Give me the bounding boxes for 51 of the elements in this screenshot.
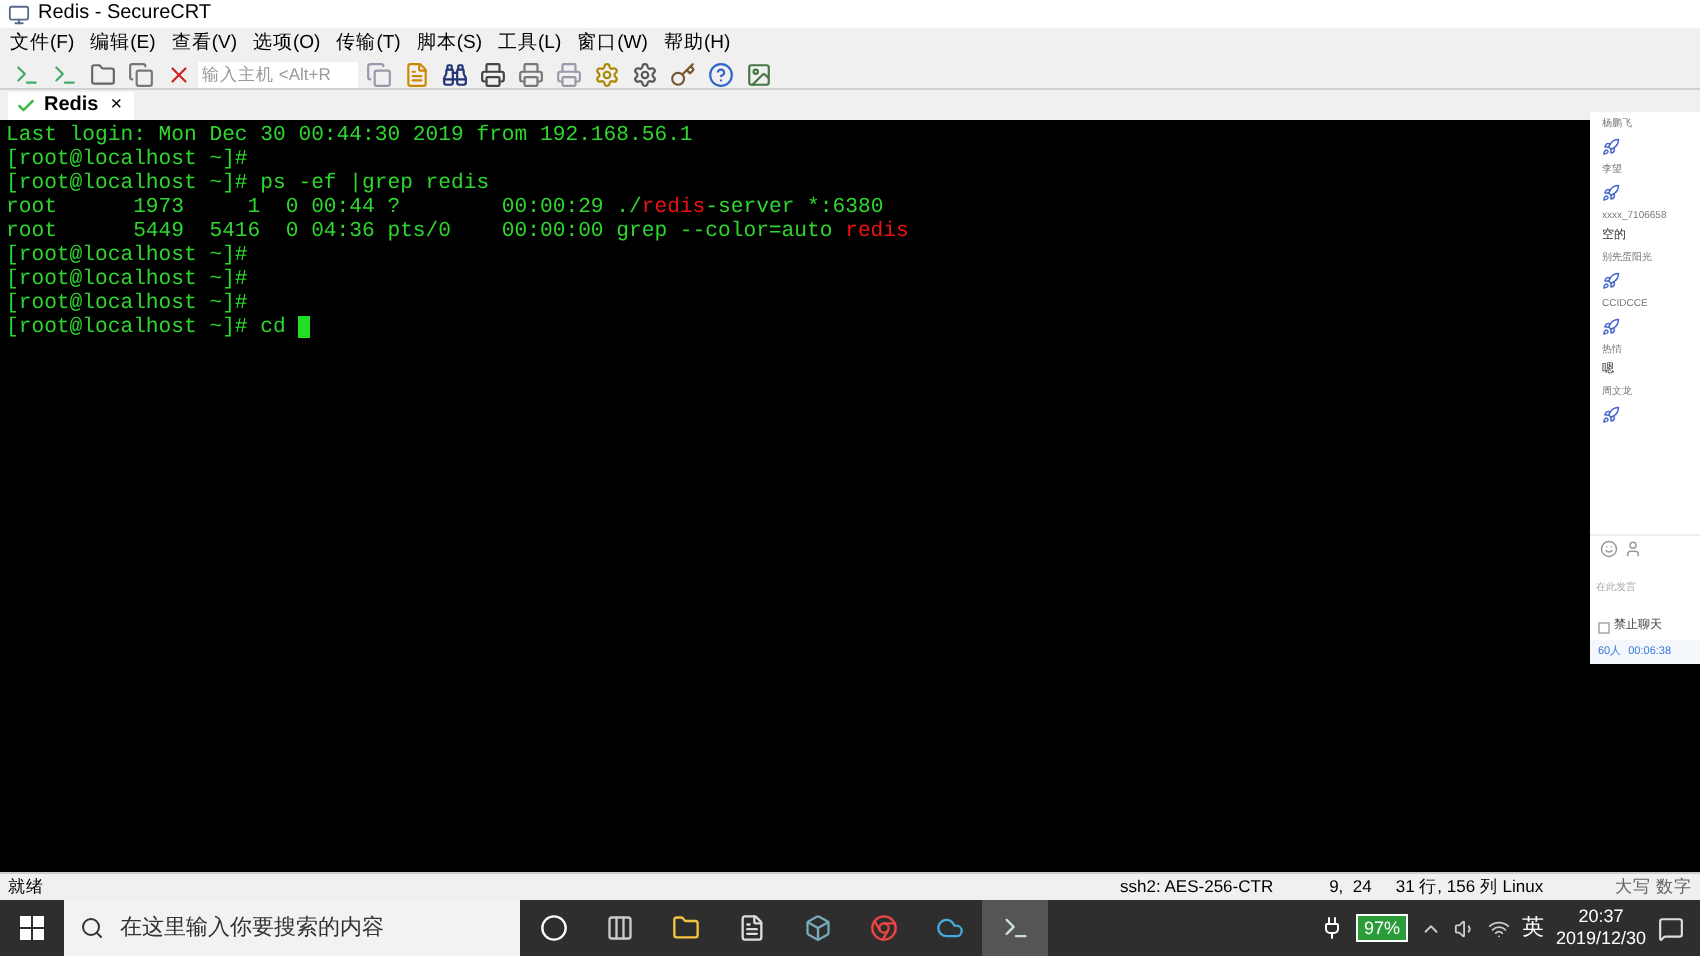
terminal-size: 31 行, 156 列 Linux <box>1393 874 1546 900</box>
tab-close-button[interactable]: × <box>106 96 127 116</box>
mute-checkbox[interactable] <box>1598 621 1610 633</box>
rocket-icon <box>1602 406 1620 424</box>
key-status: 大写 数字 <box>1615 874 1694 900</box>
cipher-status: ssh2: AES-256-CTR <box>1118 874 1276 900</box>
session-tab[interactable]: Redis × <box>8 92 135 120</box>
rocket-icon <box>1602 184 1620 202</box>
menu-item[interactable]: 窗口(W) <box>575 34 650 54</box>
search-placeholder: 在这里输入你要搜索的内容 <box>120 913 384 944</box>
rocket-icon <box>1602 272 1620 290</box>
rocket-icon <box>1602 318 1620 336</box>
terminal-screen[interactable] <box>0 120 1700 872</box>
menu-item[interactable]: 脚本(S) <box>414 34 485 54</box>
window-title: Redis - SecureCRT <box>38 4 212 24</box>
terminal-line: [root@localhost ~]# <box>6 148 248 172</box>
menu-item[interactable]: 工具(L) <box>496 34 564 54</box>
input-method[interactable]: 英 <box>1521 911 1544 945</box>
cursor-position: 9, 24 <box>1327 874 1374 900</box>
status-text: 就绪 <box>6 874 46 900</box>
taskbar-search-field[interactable]: 在这里输入你要搜索的内容 <box>64 900 520 956</box>
terminal-line: [root@localhost ~]# <box>6 244 248 268</box>
windows-logo-icon <box>20 916 44 940</box>
notification-icon[interactable] <box>1658 915 1684 941</box>
plug-icon <box>1319 916 1344 940</box>
terminal-line: [root@localhost ~]# ps -ef |grep redis <box>6 172 490 196</box>
clock-date: 2019/12/30 <box>1555 928 1646 950</box>
app-icon <box>8 3 30 25</box>
tab-label: Redis <box>44 96 99 116</box>
terminal-line: [root@localhost ~]# <box>6 292 248 316</box>
menu-item[interactable]: 查看(V) <box>169 34 239 54</box>
clock-time: 20:37 <box>1578 906 1624 928</box>
rocket-icon <box>1602 138 1620 156</box>
menu-item[interactable]: 帮助(H) <box>661 34 733 54</box>
menu-item[interactable]: 传输(T) <box>334 34 403 54</box>
menu-item[interactable]: 选项(O) <box>250 34 323 54</box>
volume-icon[interactable] <box>1453 917 1476 939</box>
user-icon[interactable] <box>1624 540 1642 558</box>
menu-item[interactable]: 文件(F) <box>8 34 77 54</box>
search-icon <box>80 916 104 940</box>
terminal-line: [root@localhost ~]# cd <box>6 316 311 340</box>
host-field[interactable]: 输入主机 <Alt+R <box>198 61 358 87</box>
terminal-line: root 5449 5416 0 04:36 pts/0 00:00:00 grep --color=auto redis <box>6 220 909 244</box>
battery-indicator: 97% <box>1355 914 1408 942</box>
check-icon <box>16 96 36 116</box>
terminal-line: root 1973 1 0 00:44 ? 00:00:29 ./redis-server *:6380 <box>6 196 884 220</box>
emoji-icon[interactable] <box>1600 540 1618 558</box>
menu-item[interactable]: 编辑(E) <box>88 34 158 54</box>
wifi-icon[interactable] <box>1487 917 1510 939</box>
terminal-line: Last login: Mon Dec 30 00:44:30 2019 from 192.168.56.1 <box>6 124 693 148</box>
terminal-line: [root@localhost ~]# <box>6 268 248 292</box>
